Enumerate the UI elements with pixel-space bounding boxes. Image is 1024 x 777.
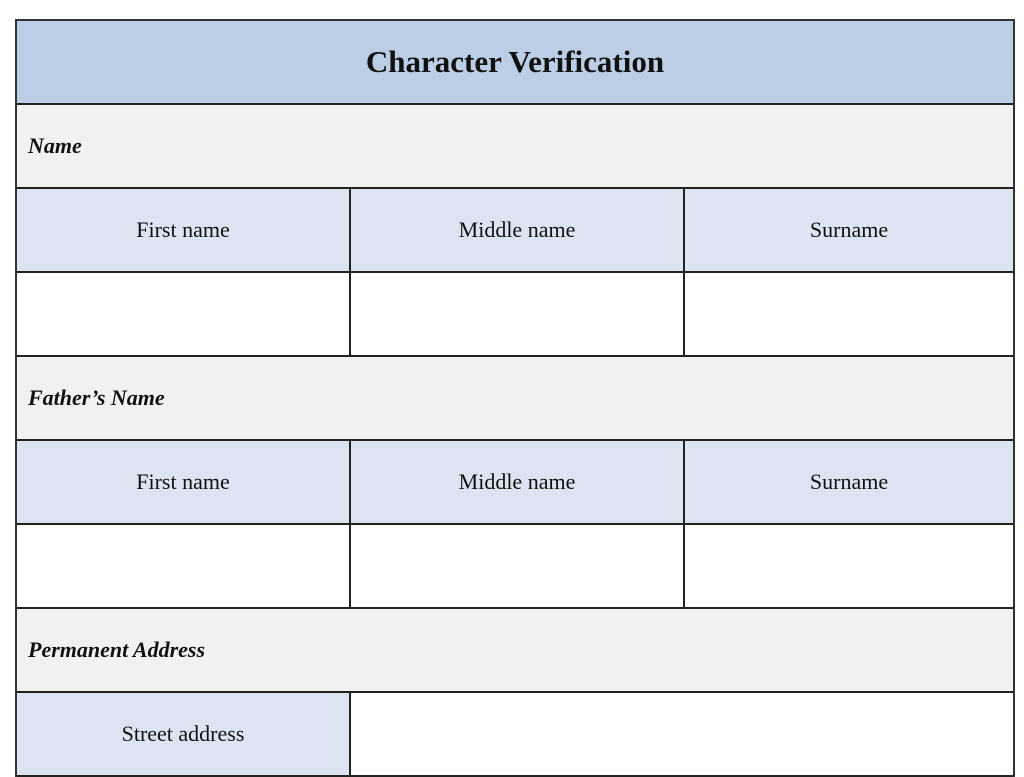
section-permanent-address-header: Permanent Address bbox=[17, 609, 1013, 693]
street-address-field[interactable] bbox=[349, 693, 1013, 775]
name-input-row bbox=[17, 273, 1013, 357]
form-title-row: Character Verification bbox=[17, 21, 1013, 105]
column-header-middle-name: Middle name bbox=[349, 189, 683, 271]
fathers-name-input-row bbox=[17, 525, 1013, 609]
name-column-headers: First name Middle name Surname bbox=[17, 189, 1013, 273]
section-label-fathers-name: Father’s Name bbox=[28, 385, 165, 410]
father-first-name-field[interactable] bbox=[17, 525, 349, 607]
column-header-father-surname: Surname bbox=[683, 441, 1013, 523]
column-header-father-first-name: First name bbox=[17, 441, 349, 523]
middle-name-field[interactable] bbox=[349, 273, 683, 355]
section-name-header: Name bbox=[17, 105, 1013, 189]
character-verification-form: Character Verification Name First name M… bbox=[15, 19, 1015, 777]
section-label-name: Name bbox=[28, 133, 82, 158]
street-address-label: Street address bbox=[17, 693, 349, 775]
surname-field[interactable] bbox=[683, 273, 1013, 355]
father-middle-name-field[interactable] bbox=[349, 525, 683, 607]
column-header-surname: Surname bbox=[683, 189, 1013, 271]
father-surname-field[interactable] bbox=[683, 525, 1013, 607]
form-title: Character Verification bbox=[365, 44, 665, 79]
column-header-father-middle-name: Middle name bbox=[349, 441, 683, 523]
section-label-permanent-address: Permanent Address bbox=[28, 637, 206, 662]
fathers-name-column-headers: First name Middle name Surname bbox=[17, 441, 1013, 525]
first-name-field[interactable] bbox=[17, 273, 349, 355]
column-header-first-name: First name bbox=[17, 189, 349, 271]
street-address-row: Street address bbox=[17, 693, 1013, 777]
section-fathers-name-header: Father’s Name bbox=[17, 357, 1013, 441]
